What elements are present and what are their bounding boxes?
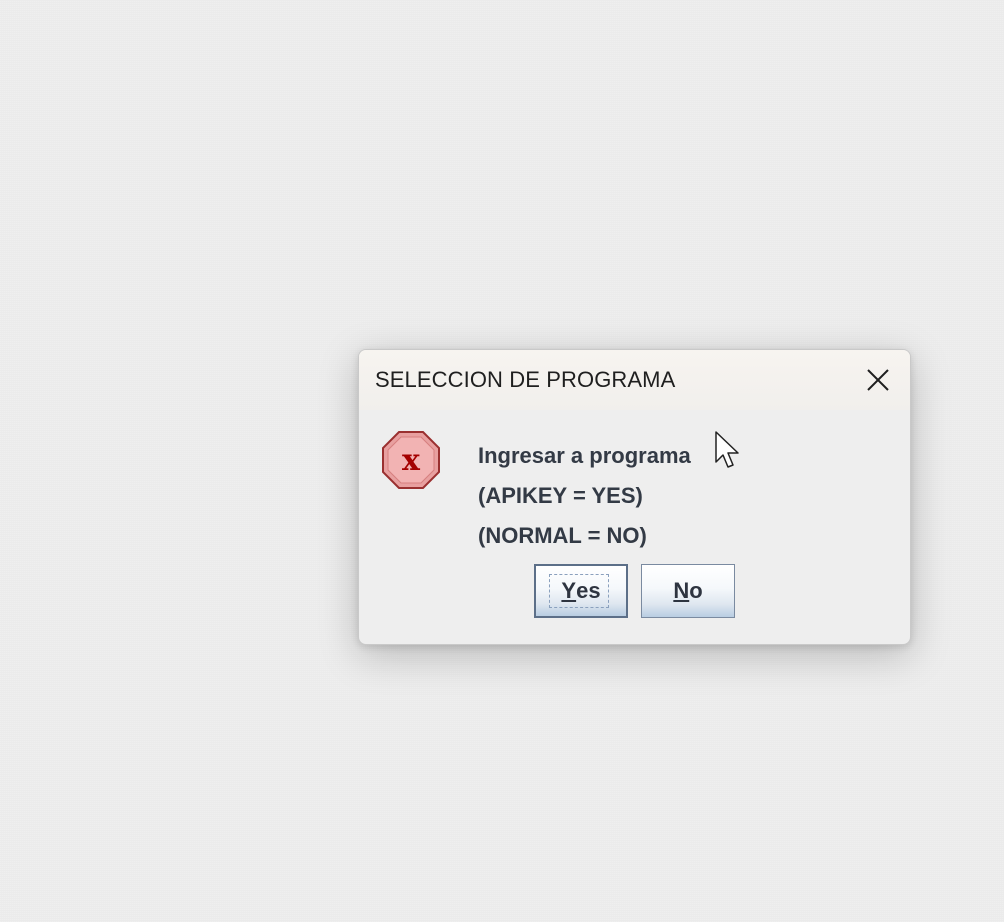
option-dialog: SELECCION DE PROGRAMA x Ingresar a progr… <box>358 349 911 645</box>
no-button[interactable]: No <box>641 564 735 618</box>
dialog-message: Ingresar a programa (APIKEY = YES) (NORM… <box>478 436 798 556</box>
focus-indicator <box>549 574 609 608</box>
error-icon: x <box>382 431 440 489</box>
close-icon <box>867 369 889 391</box>
mouse-cursor-icon <box>715 431 739 468</box>
dialog-title: SELECCION DE PROGRAMA <box>375 367 676 392</box>
svg-text:x: x <box>402 443 421 478</box>
message-line-3: (NORMAL = NO) <box>478 523 647 548</box>
close-button[interactable] <box>858 362 898 398</box>
message-line-1: Ingresar a programa <box>478 443 691 468</box>
yes-button[interactable]: Yes <box>534 564 628 618</box>
button-row: Yes No <box>359 564 910 620</box>
dialog-content: x Ingresar a programa (APIKEY = YES) (NO… <box>359 410 910 644</box>
no-button-mnemonic: N <box>673 578 690 603</box>
no-button-label: o <box>689 578 703 603</box>
message-line-2: (APIKEY = YES) <box>478 483 643 508</box>
dialog-titlebar[interactable]: SELECCION DE PROGRAMA <box>359 350 910 410</box>
